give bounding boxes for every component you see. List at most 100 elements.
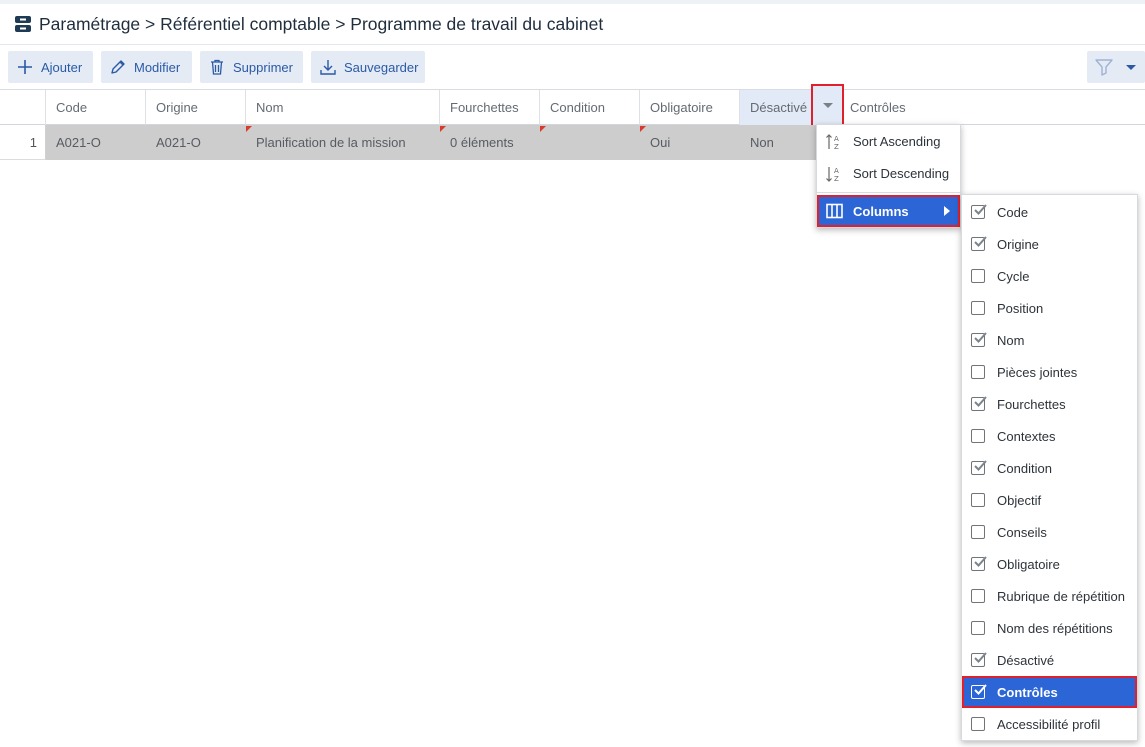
columns-submenu: Code Origine Cycle Position Nom Pièces jointe… bbox=[961, 194, 1138, 741]
edit-button[interactable]: Modifier bbox=[101, 51, 192, 83]
column-toggle-label: Accessibilité profil bbox=[997, 716, 1101, 732]
checkbox-icon[interactable] bbox=[971, 621, 985, 635]
checkbox-checked-icon[interactable] bbox=[971, 204, 987, 219]
svg-text:A: A bbox=[834, 167, 839, 175]
checkbox-checked-icon[interactable] bbox=[971, 556, 987, 571]
svg-text:Z: Z bbox=[834, 143, 839, 151]
delete-button[interactable]: Supprimer bbox=[200, 51, 303, 83]
edit-flag-icon bbox=[246, 126, 252, 132]
checkbox-icon[interactable] bbox=[971, 525, 985, 539]
column-toggle-item[interactable]: Obligatoire bbox=[962, 548, 1137, 580]
filter-button[interactable] bbox=[1087, 51, 1145, 83]
trash-icon bbox=[211, 59, 223, 75]
checkbox-checked-icon[interactable] bbox=[971, 332, 987, 347]
chevron-down-icon bbox=[822, 103, 833, 108]
column-toggle-label: Contextes bbox=[997, 428, 1056, 444]
column-toggle-item[interactable]: Pièces jointes bbox=[962, 356, 1137, 388]
pencil-icon bbox=[111, 60, 125, 74]
menu-sort-descending-label: Sort Descending bbox=[853, 165, 950, 181]
toolbar: Ajouter Modifier Supprimer Sauvegarder bbox=[0, 45, 1145, 90]
add-button-label: Ajouter bbox=[41, 59, 83, 75]
edit-button-label: Modifier bbox=[134, 59, 181, 75]
header-code[interactable]: Code bbox=[46, 90, 146, 125]
column-toggle-item[interactable]: Fourchettes bbox=[962, 388, 1137, 420]
column-toggle-item[interactable]: Contrôles bbox=[962, 676, 1137, 708]
checkbox-checked-icon[interactable] bbox=[971, 652, 987, 667]
column-toggle-label: Fourchettes bbox=[997, 396, 1066, 412]
column-toggle-item[interactable]: Origine bbox=[962, 228, 1137, 260]
row-number: 1 bbox=[0, 125, 46, 160]
column-menu-button[interactable] bbox=[811, 84, 844, 127]
save-button-label: Sauvegarder bbox=[344, 59, 419, 75]
column-toggle-item[interactable]: Désactivé bbox=[962, 644, 1137, 676]
menu-separator bbox=[817, 192, 960, 193]
cell-obligatoire[interactable]: Oui bbox=[640, 125, 740, 160]
inbox-tray-icon bbox=[15, 16, 31, 32]
column-toggle-label: Nom des répétitions bbox=[997, 620, 1113, 636]
cell-nom[interactable]: Planification de la mission bbox=[246, 125, 440, 160]
checkbox-checked-icon[interactable] bbox=[971, 684, 987, 699]
checkbox-checked-icon[interactable] bbox=[971, 460, 987, 475]
cell-fourchettes[interactable]: 0 éléments bbox=[440, 125, 540, 160]
checkbox-icon[interactable] bbox=[971, 269, 985, 283]
column-toggle-label: Désactivé bbox=[997, 652, 1055, 668]
header-origine[interactable]: Origine bbox=[146, 90, 246, 125]
checkbox-icon[interactable] bbox=[971, 301, 985, 315]
column-toggle-item[interactable]: Nom bbox=[962, 324, 1137, 356]
title-bar: Paramétrage > Référentiel comptable > Pr… bbox=[0, 4, 1145, 45]
column-toggle-label: Condition bbox=[997, 460, 1052, 476]
sort-ascending-icon: A Z bbox=[826, 134, 839, 151]
column-toggle-item[interactable]: Conseils bbox=[962, 516, 1137, 548]
checkbox-icon[interactable] bbox=[971, 429, 985, 443]
checkbox-icon[interactable] bbox=[971, 589, 985, 603]
column-toggle-label: Origine bbox=[997, 236, 1039, 252]
column-toggle-label: Rubrique de répétition bbox=[997, 588, 1125, 604]
column-toggle-label: Nom bbox=[997, 332, 1025, 348]
column-toggle-item[interactable]: Condition bbox=[962, 452, 1137, 484]
column-toggle-item[interactable]: Position bbox=[962, 292, 1137, 324]
column-toggle-label: Obligatoire bbox=[997, 556, 1060, 572]
filter-icon bbox=[1095, 59, 1113, 76]
header-obligatoire[interactable]: Obligatoire bbox=[640, 90, 740, 125]
header-condition[interactable]: Condition bbox=[540, 90, 640, 125]
header-nom[interactable]: Nom bbox=[246, 90, 440, 125]
plus-icon bbox=[18, 60, 32, 74]
header-fourchettes[interactable]: Fourchettes bbox=[440, 90, 540, 125]
menu-sort-ascending[interactable]: A Z Sort Ascending bbox=[817, 125, 960, 157]
breadcrumb: Paramétrage > Référentiel comptable > Pr… bbox=[39, 13, 604, 34]
column-toggle-item[interactable]: Code bbox=[962, 196, 1137, 228]
column-toggle-label: Objectif bbox=[997, 492, 1042, 508]
column-toggle-item[interactable]: Contextes bbox=[962, 420, 1137, 452]
svg-text:A: A bbox=[834, 135, 839, 143]
checkbox-checked-icon[interactable] bbox=[971, 396, 987, 411]
column-toggle-item[interactable]: Accessibilité profil bbox=[962, 708, 1137, 740]
header-controles[interactable]: Contrôles bbox=[840, 90, 1145, 125]
chevron-right-icon bbox=[944, 206, 950, 216]
cell-code[interactable]: A021-O bbox=[46, 125, 146, 160]
column-toggle-label: Code bbox=[997, 204, 1029, 220]
column-toggle-item[interactable]: Nom des répétitions bbox=[962, 612, 1137, 644]
menu-columns[interactable]: Columns bbox=[817, 195, 960, 227]
column-toggle-label: Conseils bbox=[997, 524, 1047, 540]
column-toggle-item[interactable]: Rubrique de répétition bbox=[962, 580, 1137, 612]
column-toggle-label: Pièces jointes bbox=[997, 364, 1078, 380]
checkbox-checked-icon[interactable] bbox=[971, 236, 987, 251]
menu-sort-ascending-label: Sort Ascending bbox=[853, 133, 941, 149]
header-rownum bbox=[0, 90, 46, 125]
save-button[interactable]: Sauvegarder bbox=[311, 51, 425, 83]
checkbox-icon[interactable] bbox=[971, 493, 985, 507]
cell-condition[interactable] bbox=[540, 125, 640, 160]
column-toggle-item[interactable]: Objectif bbox=[962, 484, 1137, 516]
menu-sort-descending[interactable]: A Z Sort Descending bbox=[817, 157, 960, 189]
cell-origine[interactable]: A021-O bbox=[146, 125, 246, 160]
edit-flag-icon bbox=[440, 126, 446, 132]
column-toggle-item[interactable]: Cycle bbox=[962, 260, 1137, 292]
column-toggle-label: Position bbox=[997, 300, 1044, 316]
add-button[interactable]: Ajouter bbox=[8, 51, 93, 83]
checkbox-icon[interactable] bbox=[971, 365, 985, 379]
sort-descending-icon: A Z bbox=[826, 167, 839, 183]
download-icon bbox=[320, 60, 336, 75]
cell-desactive[interactable]: Non bbox=[740, 125, 816, 160]
checkbox-icon[interactable] bbox=[971, 717, 985, 731]
column-context-menu: A Z Sort Ascending A Z Sort Descending C… bbox=[816, 124, 961, 228]
